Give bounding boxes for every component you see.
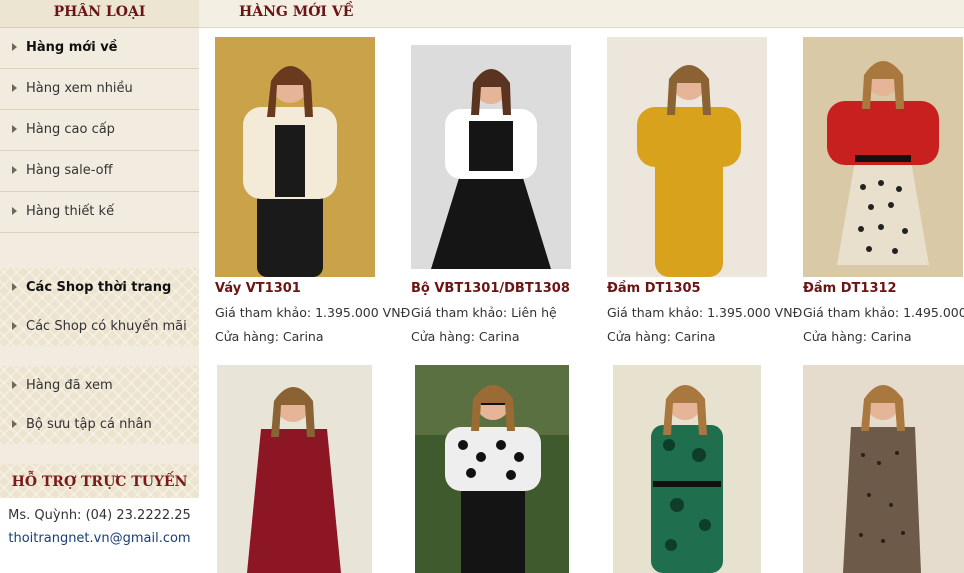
price-label: Giá tham khảo:	[803, 305, 900, 320]
category-item-premium[interactable]: Hàng cao cấp	[0, 110, 199, 151]
personal-group: Hàng đã xem Bộ sưu tập cá nhân	[0, 366, 199, 444]
arrow-right-icon	[12, 283, 17, 291]
price-value: 1.395.000 VNĐ	[707, 305, 803, 320]
category-list: Hàng mới về Hàng xem nhiều Hàng cao cấp …	[0, 28, 199, 233]
price-value: 1.395.000 VNĐ	[315, 305, 411, 320]
shops-link-promotions[interactable]: Các Shop có khuyến mãi	[0, 307, 199, 346]
product-price: Giá tham khảo: 1.495.000 VNĐ	[803, 305, 964, 320]
product-store: Cửa hàng: Carina	[215, 329, 324, 344]
personal-collection-link[interactable]: Bộ sưu tập cá nhân	[0, 405, 199, 444]
product-photo[interactable]	[607, 37, 767, 277]
store-link[interactable]: Carina	[479, 329, 520, 344]
product-store: Cửa hàng: Carina	[607, 329, 716, 344]
product-photo[interactable]	[613, 365, 761, 573]
page-title: HÀNG MỚI VỀ	[239, 4, 354, 20]
store-link[interactable]: Carina	[675, 329, 716, 344]
product-price: Giá tham khảo: 1.395.000 VNĐ	[215, 305, 410, 320]
arrow-right-icon	[12, 381, 17, 389]
personal-label: Hàng đã xem	[26, 378, 113, 393]
product-photo[interactable]	[217, 365, 372, 573]
price-value: 1.495.000 VNĐ	[903, 305, 964, 320]
store-link[interactable]: Carina	[283, 329, 324, 344]
product-photo[interactable]	[803, 37, 963, 277]
product-photo[interactable]	[215, 37, 375, 277]
store-link[interactable]: Carina	[871, 329, 912, 344]
store-label: Cửa hàng:	[803, 329, 867, 344]
arrow-right-icon	[12, 420, 17, 428]
arrow-right-icon	[12, 125, 17, 133]
shops-group: Các Shop thời trang Các Shop có khuyến m…	[0, 268, 199, 346]
arrow-right-icon	[12, 166, 17, 174]
product-name[interactable]: Đầm DT1305	[607, 281, 701, 296]
category-heading: PHÂN LOẠI	[0, 0, 199, 28]
arrow-right-icon	[12, 322, 17, 330]
product-price: Giá tham khảo: 1.395.000 VNĐ	[607, 305, 802, 320]
shops-label: Các Shop thời trang	[26, 280, 172, 295]
store-label: Cửa hàng:	[607, 329, 671, 344]
viewed-items-link[interactable]: Hàng đã xem	[0, 366, 199, 405]
support-contact: Ms. Quỳnh: (04) 23.2222.25	[8, 508, 191, 523]
store-label: Cửa hàng:	[215, 329, 279, 344]
category-item-sale-off[interactable]: Hàng sale-off	[0, 151, 199, 192]
price-label: Giá tham khảo:	[215, 305, 312, 320]
shops-label: Các Shop có khuyến mãi	[26, 319, 187, 334]
personal-label: Bộ sưu tập cá nhân	[26, 417, 152, 432]
category-label: Hàng mới về	[26, 40, 118, 55]
category-label: Hàng thiết kế	[26, 204, 115, 219]
category-item-most-viewed[interactable]: Hàng xem nhiều	[0, 69, 199, 110]
product-name[interactable]: Bộ VBT1301/DBT1308	[411, 281, 570, 296]
category-label: Hàng xem nhiều	[26, 81, 133, 96]
store-label: Cửa hàng:	[411, 329, 475, 344]
arrow-right-icon	[12, 207, 17, 215]
product-photo[interactable]	[415, 365, 569, 573]
price-label: Giá tham khảo:	[411, 305, 508, 320]
product-store: Cửa hàng: Carina	[803, 329, 912, 344]
category-item-designer[interactable]: Hàng thiết kế	[0, 192, 199, 233]
support-heading: HỖ TRỢ TRỰC TUYẾN	[0, 464, 199, 498]
arrow-right-icon	[12, 43, 17, 51]
support-box: Ms. Quỳnh: (04) 23.2222.25 thoitrangnet.…	[0, 498, 199, 573]
arrow-right-icon	[12, 84, 17, 92]
shops-link-fashion[interactable]: Các Shop thời trang	[0, 268, 199, 307]
product-photo[interactable]	[803, 365, 964, 573]
product-price: Giá tham khảo: Liên hệ	[411, 305, 557, 320]
price-value: Liên hệ	[511, 305, 557, 320]
category-item-new-arrivals[interactable]: Hàng mới về	[0, 28, 199, 69]
price-label: Giá tham khảo:	[607, 305, 704, 320]
category-label: Hàng cao cấp	[26, 122, 115, 137]
main-header: HÀNG MỚI VỀ	[199, 0, 964, 28]
category-label: Hàng sale-off	[26, 163, 113, 178]
product-name[interactable]: Váy VT1301	[215, 281, 301, 296]
product-photo[interactable]	[411, 45, 571, 269]
product-store: Cửa hàng: Carina	[411, 329, 520, 344]
support-email-link[interactable]: thoitrangnet.vn@gmail.com	[0, 531, 199, 546]
sidebar: PHÂN LOẠI Hàng mới về Hàng xem nhiều Hàn…	[0, 0, 199, 573]
product-name[interactable]: Đầm DT1312	[803, 281, 897, 296]
